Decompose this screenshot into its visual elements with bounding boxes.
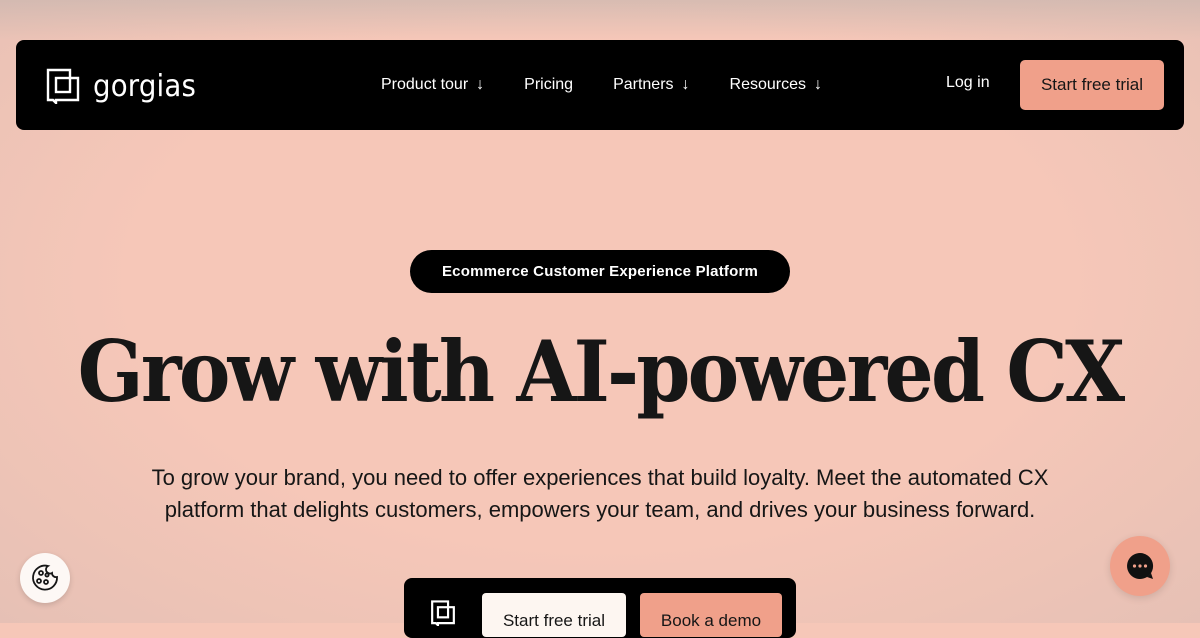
menu-item-label: Resources (729, 76, 807, 93)
platform-badge: Ecommerce Customer Experience Platform (410, 250, 790, 293)
menu-item-product-tour[interactable]: Product tour ↓ (381, 76, 484, 94)
gorgias-logo-icon (431, 600, 455, 626)
logo-text: gorgias (93, 68, 197, 104)
start-free-trial-button[interactable]: Start free trial (1020, 60, 1164, 110)
top-navbar: gorgias Product tour ↓ Pricing Partners … (16, 40, 1184, 130)
background-fade (0, 0, 1200, 40)
menu-item-label: Product tour (381, 76, 469, 93)
cookie-icon (32, 564, 58, 591)
main-menu: Product tour ↓ Pricing Partners ↓ Resour… (381, 40, 862, 130)
arrow-down-icon: ↓ (681, 76, 690, 93)
menu-item-label: Pricing (524, 76, 574, 93)
cookie-settings-button[interactable] (20, 553, 70, 603)
hero-headline: Grow with AI-powered CX (77, 322, 1125, 421)
login-link[interactable]: Log in (946, 74, 990, 92)
arrow-down-icon: ↓ (476, 76, 485, 93)
hero-start-free-trial-button[interactable]: Start free trial (482, 593, 626, 637)
hero-subtitle: To grow your brand, you need to offer ex… (100, 462, 1100, 526)
book-demo-button[interactable]: Book a demo (640, 593, 782, 637)
cta-bar: Start free trial Book a demo (404, 578, 796, 638)
menu-item-partners[interactable]: Partners ↓ (613, 76, 689, 94)
arrow-down-icon: ↓ (814, 76, 823, 93)
hero-subtitle-line: To grow your brand, you need to offer ex… (151, 465, 1049, 490)
hero-subtitle-line: platform that delights customers, empowe… (164, 497, 1036, 522)
menu-item-resources[interactable]: Resources ↓ (730, 76, 822, 94)
chat-widget-button[interactable] (1110, 536, 1170, 596)
menu-item-label: Partners (613, 76, 674, 93)
menu-item-pricing[interactable]: Pricing (524, 76, 573, 94)
logo[interactable]: gorgias (46, 68, 205, 104)
chat-icon (1127, 552, 1154, 579)
gorgias-logo-icon (46, 68, 80, 104)
